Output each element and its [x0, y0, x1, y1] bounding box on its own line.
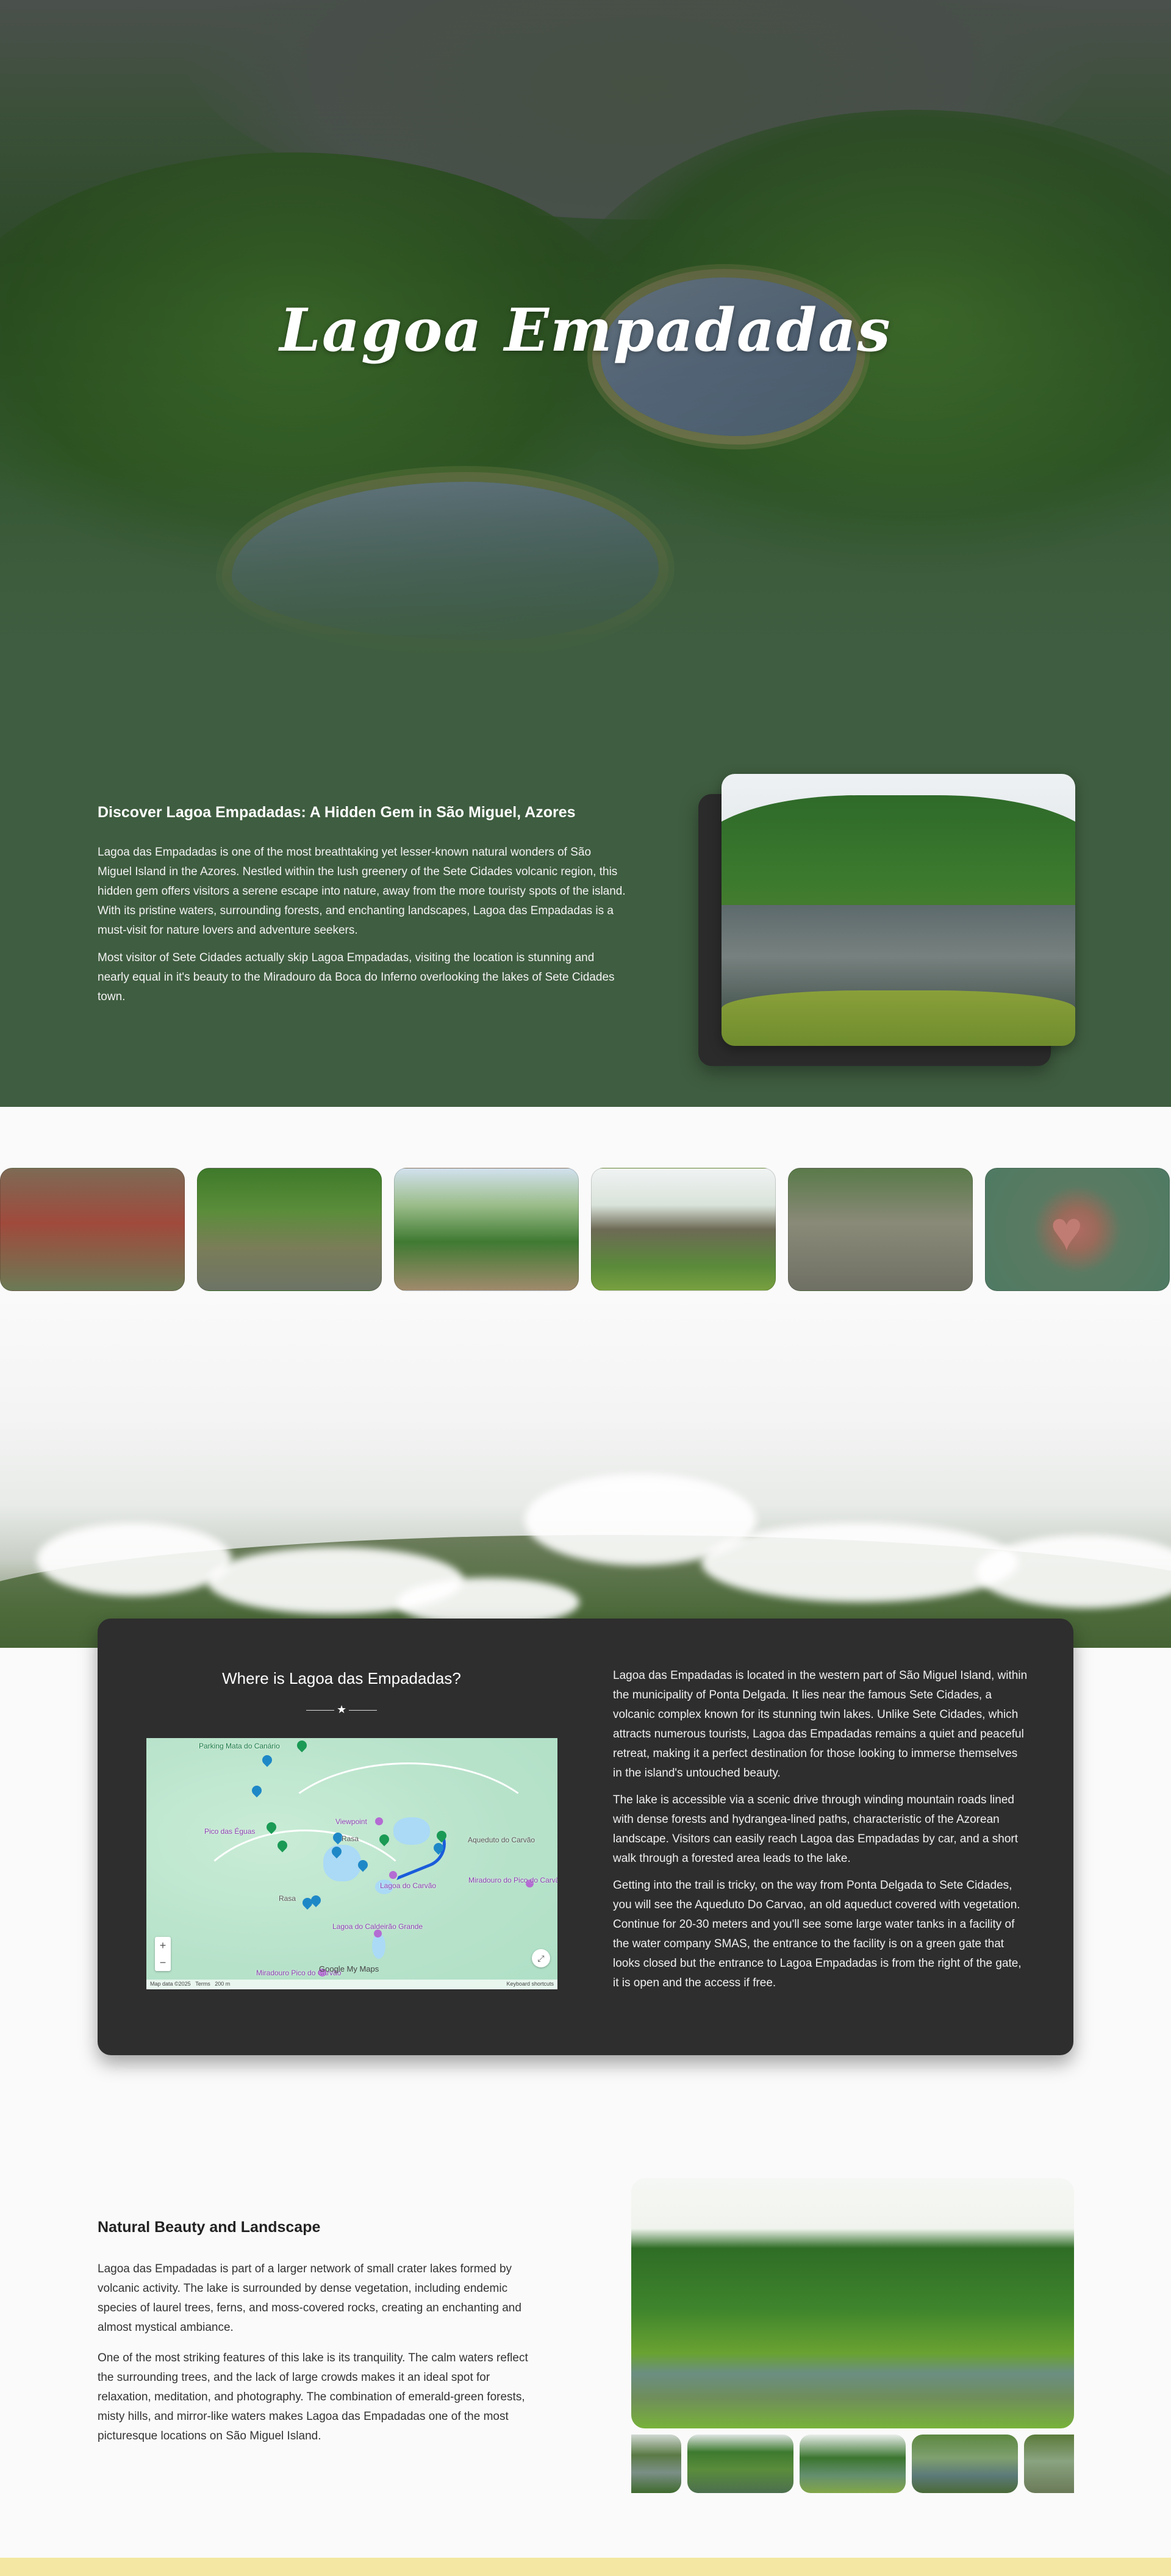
divider-line	[306, 1710, 334, 1711]
discover-paragraph-1: Lagoa das Empadadas is one of the most b…	[98, 846, 626, 937]
divider-line	[349, 1710, 377, 1711]
map-label-viewpoint: Viewpoint	[335, 1817, 367, 1826]
gallery-photo-1[interactable]	[0, 1168, 185, 1291]
lake-photo	[722, 774, 1075, 1046]
map-label-aqueduto: Aqueduto do Carvão	[468, 1836, 535, 1844]
hero-section: Lagoa Empadadas	[0, 0, 1171, 659]
map-pin-viewpoint[interactable]	[375, 1817, 383, 1825]
gallery-photo-3[interactable]	[394, 1168, 579, 1291]
gallery-photo-5[interactable]	[788, 1168, 973, 1291]
cloud-shape	[37, 1523, 232, 1596]
map-terms-link[interactable]: Terms	[195, 1981, 210, 1987]
gallery-photo-4[interactable]	[591, 1168, 776, 1291]
natural-thumb-4[interactable]	[912, 2435, 1018, 2493]
map-label-caldeirao: Lagoa do Caldeirão Grande	[332, 1922, 423, 1931]
natural-main-photo	[631, 2178, 1074, 2428]
zoom-in-button[interactable]: +	[155, 1937, 171, 1954]
keyboard-shortcuts-link[interactable]: Keyboard shortcuts	[506, 1981, 554, 1987]
location-card: Where is Lagoa das Empadadas? ★ Parking …	[98, 1619, 1073, 2055]
location-heading: Where is Lagoa das Empadadas?	[222, 1669, 461, 1687]
natural-thumb-2[interactable]	[687, 2435, 793, 2493]
hero-title: Lagoa Empadadas	[279, 296, 892, 365]
discover-section: Discover Lagoa Empadadas: A Hidden Gem i…	[0, 659, 1171, 1107]
gallery-strip: ♥	[0, 1168, 1171, 1291]
clouds-banner	[0, 1291, 1171, 1648]
lake-photo-bank	[722, 990, 1075, 1046]
discover-heading: Discover Lagoa Empadadas: A Hidden Gem i…	[98, 804, 576, 821]
natural-thumb-5[interactable]	[1024, 2435, 1074, 2493]
map-scale: 200 m	[215, 1981, 231, 1987]
natural-paragraph-2: One of the most striking features of thi…	[98, 2352, 528, 2442]
map-attribution: Map data ©2025 Terms 200 m Keyboard shor…	[146, 1980, 557, 1989]
map-zoom-controls: + −	[155, 1937, 171, 1971]
map-data-text: Map data ©2025	[150, 1981, 191, 1987]
map-label-miradouro: Miradouro do Pico do Carvão	[468, 1876, 557, 1884]
cloud-shape	[701, 1523, 1019, 1602]
discover-paragraph-2: Most visitor of Sete Cidades actually sk…	[98, 951, 615, 1003]
embedded-map[interactable]: Parking Mata do Canário Pico das Éguas V…	[146, 1738, 557, 1989]
natural-thumb-3[interactable]	[800, 2435, 906, 2493]
gallery-photo-6[interactable]: ♥	[985, 1168, 1170, 1291]
map-label-rasa-2: Rasa	[279, 1894, 296, 1903]
map-label-rasa: Rasa	[342, 1834, 359, 1843]
gallery-photo-2[interactable]	[197, 1168, 382, 1291]
zoom-out-button[interactable]: −	[155, 1954, 171, 1971]
heading-divider: ★	[306, 1703, 377, 1717]
location-paragraph-1: Lagoa das Empadadas is located in the we…	[613, 1669, 1028, 1780]
star-icon: ★	[337, 1703, 347, 1716]
natural-paragraph-1: Lagoa das Empadadas is part of a larger …	[98, 2263, 521, 2334]
fullscreen-icon[interactable]: ⤢	[532, 1949, 550, 1967]
natural-thumb-1[interactable]	[631, 2435, 681, 2493]
map-label-pico-eguas: Pico das Éguas	[204, 1827, 256, 1836]
natural-heading: Natural Beauty and Landscape	[98, 2219, 321, 2236]
map-label-parking: Parking Mata do Canário	[199, 1742, 280, 1750]
heart-icon: ♥	[1050, 1201, 1083, 1262]
map-pin-lagoa-carvao[interactable]	[389, 1871, 397, 1879]
map-label-lagoa-carvao: Lagoa do Carvão	[380, 1881, 437, 1890]
google-my-maps-logo: Google My Maps	[319, 1964, 379, 1973]
location-paragraph-2: The lake is accessible via a scenic driv…	[613, 1794, 1018, 1865]
footer-band	[0, 2558, 1171, 2576]
location-paragraph-3: Getting into the trail is tricky, on the…	[613, 1879, 1022, 1989]
